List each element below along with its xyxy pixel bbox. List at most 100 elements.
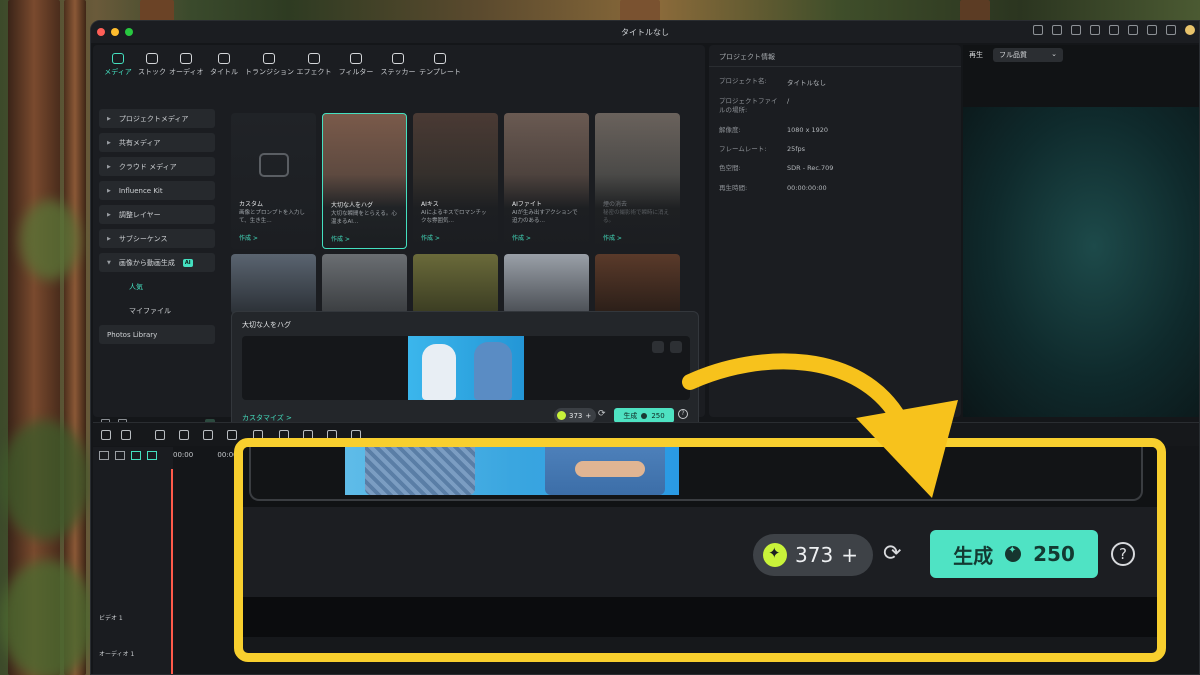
template-card-ai-fight[interactable]: AIファイト AIが生み出すアクションで迫力のある… 作成 > bbox=[504, 113, 589, 249]
info-value: 00:00:00:00 bbox=[787, 184, 827, 192]
cut-icon[interactable] bbox=[227, 430, 237, 440]
chevron-right-icon: ▶ bbox=[107, 211, 111, 218]
tab-media[interactable]: メディア bbox=[101, 53, 135, 83]
media-sidebar: ▶ プロジェクトメディア ▶ 共有メディア ▶ クラウド メディア ▶ Influenc… bbox=[99, 109, 215, 349]
effect-icon bbox=[308, 53, 320, 64]
select-tool-icon[interactable] bbox=[121, 430, 131, 440]
tab-filter[interactable]: フィルター bbox=[335, 53, 377, 83]
tab-transition[interactable]: トランジション bbox=[245, 53, 294, 83]
transition-icon bbox=[263, 53, 275, 64]
zoom-callout: 373 + ⟳ 生成 250 ? bbox=[234, 438, 1166, 662]
layout-icon[interactable] bbox=[101, 430, 111, 440]
preview-image bbox=[408, 336, 524, 400]
create-link[interactable]: 作成 > bbox=[421, 233, 440, 242]
credit-icon bbox=[763, 543, 787, 567]
info-label: プロジェクト名: bbox=[719, 77, 767, 85]
info-label: フレームレート: bbox=[719, 145, 767, 153]
send-icon[interactable] bbox=[1033, 25, 1043, 35]
refresh-icon[interactable]: ⟳ bbox=[598, 409, 606, 419]
credit-icon bbox=[557, 411, 566, 420]
sidebar-item-popular[interactable]: 人気 bbox=[99, 277, 215, 296]
info-label: 色空間: bbox=[719, 164, 741, 172]
cloud-icon[interactable] bbox=[1109, 25, 1119, 35]
chevron-right-icon: ▶ bbox=[107, 115, 111, 122]
sidebar-item-subsequence[interactable]: ▶ サブシーケンス bbox=[99, 229, 215, 248]
layout-icon[interactable] bbox=[1071, 25, 1081, 35]
save-icon[interactable] bbox=[1090, 25, 1100, 35]
zoom-credit-balance[interactable]: 373 + bbox=[753, 534, 873, 576]
template-card-custom[interactable]: カスタム 画像とプロンプトを入力して、生き生… 作成 > bbox=[231, 113, 316, 249]
zoom-preview-area bbox=[243, 447, 1157, 507]
playhead[interactable] bbox=[171, 469, 173, 674]
preview-icon[interactable] bbox=[1052, 25, 1062, 35]
sidebar-item-my-files[interactable]: マイファイル bbox=[99, 301, 215, 320]
tab-template[interactable]: テンプレート bbox=[419, 53, 461, 83]
zoom-bottom-strip bbox=[243, 597, 1157, 637]
trash-icon[interactable] bbox=[670, 341, 682, 353]
template-thumbnail[interactable] bbox=[413, 254, 498, 314]
quality-select[interactable]: フル品質 ⌄ bbox=[993, 48, 1063, 62]
template-thumbnail[interactable] bbox=[231, 254, 316, 314]
sidebar-item-shared-media[interactable]: ▶ 共有メディア bbox=[99, 133, 215, 152]
chevron-right-icon: ▶ bbox=[107, 163, 111, 170]
generate-button[interactable]: 生成 250 bbox=[614, 408, 674, 423]
template-card-hug[interactable]: 大切な人をハグ 大切な瞬間をとらえる。心温まるAI… 作成 > bbox=[322, 113, 407, 249]
template-card-smoke[interactable]: 煙の消去 秘密の撮影術で瞬時に消える。 作成 > bbox=[595, 113, 680, 249]
tab-audio[interactable]: オーディオ bbox=[169, 53, 204, 83]
sidebar-item-cloud-media[interactable]: ▶ クラウド メディア bbox=[99, 157, 215, 176]
titlebar-icons bbox=[1033, 25, 1195, 35]
edit-icon[interactable] bbox=[652, 341, 664, 353]
info-value: タイトルなし bbox=[787, 79, 826, 87]
chevron-right-icon: ▶ bbox=[107, 139, 111, 146]
sidebar-item-photos-library[interactable]: Photos Library bbox=[99, 325, 215, 344]
tab-title[interactable]: タイトル bbox=[203, 53, 245, 83]
timeline-ruler: 00:00 00:00 bbox=[173, 451, 238, 459]
info-value: SDR - Rec.709 bbox=[787, 164, 834, 172]
video-icon bbox=[259, 153, 289, 177]
tab-sticker[interactable]: ステッカー bbox=[377, 53, 419, 83]
video-track-label: ビデオ 1 bbox=[99, 615, 123, 622]
sidebar-item-image-to-video[interactable]: ▼ 画像から動画生成 AI bbox=[99, 253, 215, 272]
tab-effect[interactable]: エフェクト bbox=[293, 53, 335, 83]
apps-icon[interactable] bbox=[1147, 25, 1157, 35]
zoom-generate-button[interactable]: 生成 250 bbox=[930, 530, 1098, 578]
template-thumbnail[interactable] bbox=[322, 254, 407, 314]
undo-icon[interactable] bbox=[155, 430, 165, 440]
credit-balance[interactable]: 373 + bbox=[554, 408, 596, 423]
template-thumbnail[interactable] bbox=[504, 254, 589, 314]
zoom-action-bar: 373 + ⟳ 生成 250 ? bbox=[243, 507, 1157, 597]
avatar[interactable] bbox=[1185, 25, 1195, 35]
delete-icon[interactable] bbox=[203, 430, 213, 440]
sidebar-item-influence-kit[interactable]: ▶ Influence Kit bbox=[99, 181, 215, 200]
snap-icon[interactable] bbox=[131, 451, 141, 460]
tab-stock[interactable]: ストック bbox=[135, 53, 169, 83]
create-link[interactable]: 作成 > bbox=[331, 234, 350, 243]
refresh-icon[interactable]: ⟳ bbox=[883, 541, 901, 566]
add-track-icon[interactable] bbox=[99, 451, 109, 460]
help-icon[interactable]: ? bbox=[1111, 542, 1135, 566]
preview-player: 再生 フル品質 ⌄ bbox=[963, 45, 1199, 417]
info-value: 1080 x 1920 bbox=[787, 126, 829, 134]
project-info-panel: プロジェクト情報 プロジェクト名: タイトルなし プロジェクトファイルの場所: … bbox=[709, 45, 961, 417]
crossed-arms bbox=[575, 461, 645, 477]
person-right bbox=[474, 342, 512, 400]
chevron-right-icon: ▶ bbox=[107, 187, 111, 194]
template-popup: 大切な人をハグ カスタマイズ > 373 + ⟳ 生成 250 ? bbox=[231, 311, 699, 433]
redo-icon[interactable] bbox=[179, 430, 189, 440]
magnet-icon[interactable] bbox=[147, 451, 157, 460]
link-track-icon[interactable] bbox=[115, 451, 125, 460]
info-value: / bbox=[787, 97, 790, 105]
sidebar-item-adjustment-layer[interactable]: ▶ 調整レイヤー bbox=[99, 205, 215, 224]
template-card-ai-kiss[interactable]: AIキス AIによるキスでロマンチックな雰囲気… 作成 > bbox=[413, 113, 498, 249]
music-icon bbox=[180, 53, 192, 64]
create-link[interactable]: 作成 > bbox=[512, 233, 531, 242]
create-link[interactable]: 作成 > bbox=[603, 233, 622, 242]
support-icon[interactable] bbox=[1128, 25, 1138, 35]
template-thumbnail[interactable] bbox=[595, 254, 680, 314]
sidebar-item-project-media[interactable]: ▶ プロジェクトメディア bbox=[99, 109, 215, 128]
grid-icon[interactable] bbox=[1166, 25, 1176, 35]
create-link[interactable]: 作成 > bbox=[239, 233, 258, 242]
shirt-left bbox=[365, 447, 475, 495]
chevron-down-icon: ⌄ bbox=[1051, 50, 1057, 58]
help-icon[interactable]: ? bbox=[678, 409, 688, 419]
